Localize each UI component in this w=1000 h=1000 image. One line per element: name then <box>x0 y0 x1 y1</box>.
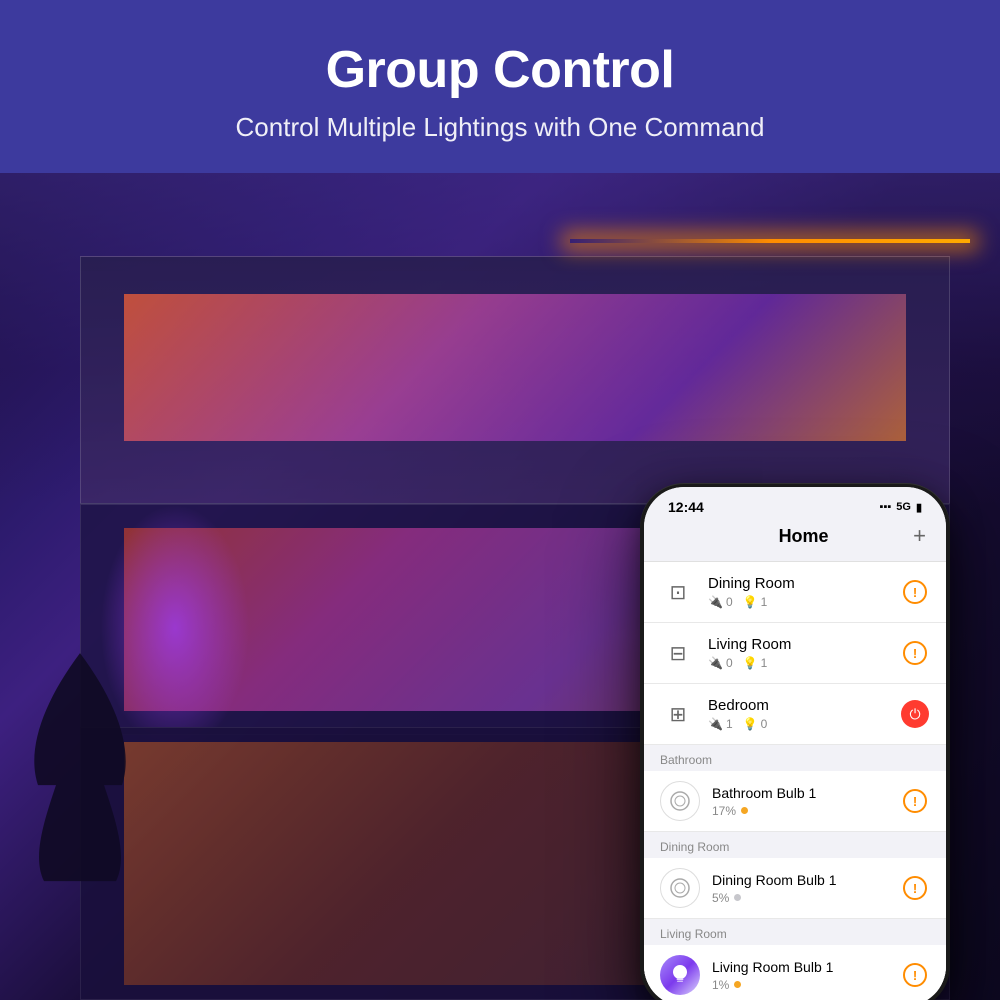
living-room-devices: 🔌 0 💡 1 <box>708 656 888 670</box>
subtitle: Control Multiple Lightings with One Comm… <box>20 112 980 143</box>
dining-room-name: Dining Room <box>708 575 888 592</box>
status-bar: 12:44 ▪▪▪ 5G ▮ <box>644 487 946 519</box>
dining-bulb-pct: 5% <box>712 891 729 905</box>
bulb-icon: 💡 <box>743 595 758 609</box>
dining-action[interactable]: ! <box>900 577 930 607</box>
living-bulb-action[interactable]: ! <box>900 960 930 990</box>
header-section: Group Control Control Multiple Lightings… <box>0 0 1000 173</box>
living-bulb-count: 💡 1 <box>743 656 768 670</box>
bathroom-bulb-name: Bathroom Bulb 1 <box>712 785 888 801</box>
app-title: Home <box>694 526 913 547</box>
phone-outer: 12:44 ▪▪▪ 5G ▮ Home + <box>640 483 950 1000</box>
dining-bulb-name: Dining Room Bulb 1 <box>712 872 888 888</box>
signal-icon: ▪▪▪ <box>880 501 892 513</box>
bedroom-info: Bedroom 🔌 1 💡 0 <box>708 697 888 731</box>
plug-icon: 🔌 <box>708 656 723 670</box>
main-title: Group Control <box>20 40 980 100</box>
living-room-name: Living Room <box>708 636 888 653</box>
device-row-bathroom-bulb[interactable]: Bathroom Bulb 1 17% ! <box>644 771 946 832</box>
room-row-dining[interactable]: ⊡ Dining Room 🔌 0 💡 <box>644 562 946 623</box>
dining-room-devices: 🔌 0 💡 1 <box>708 595 888 609</box>
network-label: 5G <box>896 501 911 513</box>
dining-room-info: Dining Room 🔌 0 💡 1 <box>708 575 888 609</box>
bedroom-bulb-count: 💡 0 <box>743 717 768 731</box>
bathroom-bulb-icon <box>660 781 700 821</box>
bathroom-status-dot <box>741 807 748 814</box>
bathroom-bulb-pct: 17% <box>712 804 736 818</box>
alert-icon-dining-bulb: ! <box>903 876 927 900</box>
bedroom-icon: ⊞ <box>660 696 696 732</box>
alert-icon-living-bulb: ! <box>903 963 927 987</box>
bedroom-name: Bedroom <box>708 697 888 714</box>
phone-container: 12:44 ▪▪▪ 5G ▮ Home + <box>640 483 950 1000</box>
dining-bulb-status: 5% <box>712 891 888 905</box>
status-icons: ▪▪▪ 5G ▮ <box>880 501 922 514</box>
plug-icon: 🔌 <box>708 595 723 609</box>
upper-floor <box>80 256 950 504</box>
section-header-dining-devices: Dining Room <box>644 832 946 858</box>
house-section: 12:44 ▪▪▪ 5G ▮ Home + <box>0 173 1000 1000</box>
living-bulb-icon-colored <box>660 955 700 995</box>
dining-bulb-count: 💡 1 <box>743 595 768 609</box>
orange-strip <box>570 239 970 243</box>
living-bulb-name: Living Room Bulb 1 <box>712 959 888 975</box>
room-row-bedroom[interactable]: ⊞ Bedroom 🔌 1 💡 <box>644 684 946 745</box>
plug-icon: 🔌 <box>708 717 723 731</box>
living-status-dot <box>734 981 741 988</box>
dining-plug-count: 🔌 0 <box>708 595 733 609</box>
section-header-bathroom: Bathroom <box>644 745 946 771</box>
page-wrapper: Group Control Control Multiple Lightings… <box>0 0 1000 1000</box>
bulb-icon: 💡 <box>743 717 758 731</box>
power-icon-bedroom: ⏻ <box>901 700 929 728</box>
tree-left <box>20 587 140 959</box>
alert-icon-dining: ! <box>903 580 927 604</box>
upper-floor-window <box>124 294 905 442</box>
living-bulb-pct: 1% <box>712 978 729 992</box>
rooms-list: ⊡ Dining Room 🔌 0 💡 <box>644 562 946 1000</box>
living-room-info: Living Room 🔌 0 💡 1 <box>708 636 888 670</box>
alert-icon-living: ! <box>903 641 927 665</box>
alert-icon-bathroom: ! <box>903 789 927 813</box>
bathroom-bulb-action[interactable]: ! <box>900 786 930 816</box>
living-action[interactable]: ! <box>900 638 930 668</box>
bedroom-action[interactable]: ⏻ <box>900 699 930 729</box>
bulb-icon: 💡 <box>743 656 758 670</box>
section-header-living-devices: Living Room <box>644 919 946 945</box>
phone-inner: 12:44 ▪▪▪ 5G ▮ Home + <box>644 487 946 1000</box>
dining-bulb-icon <box>660 868 700 908</box>
status-time: 12:44 <box>668 499 704 515</box>
bathroom-bulb-info: Bathroom Bulb 1 17% <box>712 785 888 818</box>
dining-bulb-info: Dining Room Bulb 1 5% <box>712 872 888 905</box>
living-bulb-status: 1% <box>712 978 888 992</box>
bathroom-bulb-status: 17% <box>712 804 888 818</box>
battery-icon: ▮ <box>916 501 922 514</box>
add-button[interactable]: + <box>913 523 926 549</box>
device-row-living-bulb[interactable]: Living Room Bulb 1 1% ! <box>644 945 946 1000</box>
device-row-dining-bulb[interactable]: Dining Room Bulb 1 5% ! <box>644 858 946 919</box>
dining-room-icon: ⊡ <box>660 574 696 610</box>
bedroom-devices: 🔌 1 💡 0 <box>708 717 888 731</box>
dining-bulb-action[interactable]: ! <box>900 873 930 903</box>
room-row-living[interactable]: ⊟ Living Room 🔌 0 💡 <box>644 623 946 684</box>
living-plug-count: 🔌 0 <box>708 656 733 670</box>
living-room-icon: ⊟ <box>660 635 696 671</box>
living-bulb-info: Living Room Bulb 1 1% <box>712 959 888 992</box>
bedroom-plug-count: 🔌 1 <box>708 717 733 731</box>
dining-status-dot <box>734 894 741 901</box>
app-header: Home + <box>644 519 946 562</box>
